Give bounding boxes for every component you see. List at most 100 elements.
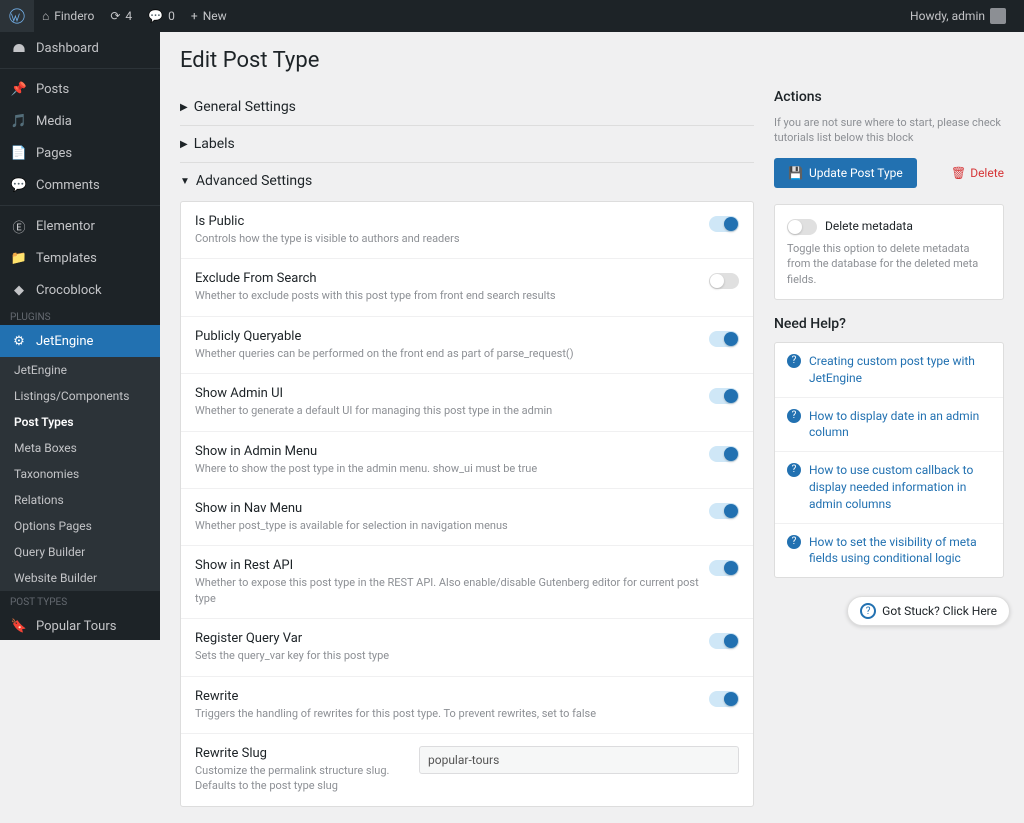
plus-icon: +: [191, 9, 198, 23]
delete-metadata-label: Delete metadata: [825, 219, 913, 233]
toggle-is_public[interactable]: [709, 216, 739, 232]
updates-link[interactable]: ⟳4: [102, 0, 140, 32]
got-stuck-button[interactable]: ? Got Stuck? Click Here: [847, 596, 1010, 626]
toggle-show_admin_ui[interactable]: [709, 388, 739, 404]
setting-row-show_admin_ui: Show Admin UI Whether to generate a defau…: [181, 374, 753, 431]
setting-title: Exclude From Search: [195, 271, 699, 286]
submenu-taxonomies[interactable]: Taxonomies: [0, 461, 160, 487]
section-labels[interactable]: ▶Labels: [180, 125, 754, 162]
setting-row-rewrite-slug: Rewrite SlugCustomize the permalink stru…: [181, 734, 753, 806]
delete-metadata-box: Delete metadata Toggle this option to de…: [774, 204, 1004, 300]
new-link[interactable]: +New: [183, 0, 235, 32]
chevron-right-icon: ▶: [180, 139, 188, 150]
submenu-website-builder[interactable]: Website Builder: [0, 565, 160, 591]
save-icon: 💾: [788, 166, 803, 180]
help-list: ?Creating custom post type with JetEngin…: [774, 342, 1004, 578]
delete-button[interactable]: 🗑Delete: [951, 166, 1004, 180]
help-item-0[interactable]: ?Creating custom post type with JetEngin…: [775, 343, 1003, 398]
jetengine-submenu: JetEngine Listings/Components Post Types…: [0, 357, 160, 591]
sidebar-item-dashboard[interactable]: Dashboard: [0, 32, 160, 64]
wp-logo[interactable]: [0, 0, 34, 32]
home-icon: ⌂: [42, 9, 49, 23]
sidebar-item-elementor[interactable]: ⒺElementor: [0, 210, 160, 242]
setting-desc: Whether to exclude posts with this post …: [195, 288, 699, 303]
submenu-listings[interactable]: Listings/Components: [0, 383, 160, 409]
setting-row-show_nav: Show in Nav MenuWhether post_type is ava…: [181, 489, 753, 546]
site-link[interactable]: ⌂Findero: [34, 0, 102, 32]
dashboard-icon: [10, 39, 28, 57]
setting-desc: Whether to generate a default UI for man…: [195, 403, 699, 418]
chevron-down-icon: ▼: [180, 176, 190, 187]
toggle-rewrite[interactable]: [709, 691, 739, 707]
comments-link[interactable]: 💬0: [140, 0, 183, 32]
toggle-show_nav[interactable]: [709, 503, 739, 519]
help-icon: ?: [860, 603, 876, 619]
pin-icon: 📌: [10, 80, 28, 98]
setting-desc: Controls how the type is visible to auth…: [195, 231, 699, 246]
need-help-heading: Need Help?: [774, 316, 1004, 332]
setting-row-publicly_queryable: Publicly QueryableWhether queries can be…: [181, 317, 753, 374]
setting-title: Is Public: [195, 214, 699, 229]
advanced-settings-panel: Is Public Controls how the type is visibl…: [180, 201, 754, 807]
delete-metadata-desc: Toggle this option to delete metadata fr…: [787, 241, 991, 287]
setting-title: Register Query Var: [195, 631, 699, 646]
media-icon: 🎵: [10, 112, 28, 130]
elementor-icon: Ⓔ: [10, 217, 28, 235]
sidebar-heading-posttypes: Post Types: [0, 591, 160, 610]
help-icon: ?: [787, 463, 801, 477]
comment-icon: 💬: [148, 9, 163, 23]
section-general[interactable]: ▶General Settings: [180, 89, 754, 125]
sidebar-heading-plugins: Plugins: [0, 306, 160, 325]
submenu-query[interactable]: Query Builder: [0, 539, 160, 565]
rewrite-slug-input[interactable]: [419, 746, 739, 774]
setting-desc: Whether post_type is available for selec…: [195, 518, 699, 533]
page-icon: 📄: [10, 144, 28, 162]
section-advanced[interactable]: ▼Advanced Settings: [180, 162, 754, 199]
help-icon: ?: [787, 535, 801, 549]
setting-title: Show in Admin Menu: [195, 444, 699, 459]
help-item-1[interactable]: ?How to display date in an admin column: [775, 398, 1003, 453]
sidebar-item-comments[interactable]: 💬Comments: [0, 169, 160, 201]
sidebar-item-templates[interactable]: 📁Templates: [0, 242, 160, 274]
sidebar-item-pages[interactable]: 📄Pages: [0, 137, 160, 169]
setting-title: Show Admin UI: [195, 386, 699, 401]
sidebar-item-posts[interactable]: 📌Posts: [0, 73, 160, 105]
submenu-post-types[interactable]: Post Types: [0, 409, 160, 435]
submenu-relations[interactable]: Relations: [0, 487, 160, 513]
setting-title: Rewrite: [195, 689, 699, 704]
submenu-meta-boxes[interactable]: Meta Boxes: [0, 435, 160, 461]
submenu-jetengine[interactable]: JetEngine: [0, 357, 160, 383]
help-item-2[interactable]: ?How to use custom callback to display n…: [775, 452, 1003, 523]
sidebar-item-crocoblock[interactable]: ◆Crocoblock: [0, 274, 160, 306]
setting-row-exclude_search: Exclude From Search Whether to exclude po…: [181, 259, 753, 316]
howdy-user[interactable]: Howdy, admin: [902, 0, 1014, 32]
setting-desc: Whether to expose this post type in the …: [195, 575, 699, 606]
setting-title: Publicly Queryable: [195, 329, 699, 344]
sidebar-item-popular-tours[interactable]: 🔖Popular Tours: [0, 610, 160, 640]
toggle-register_query[interactable]: [709, 633, 739, 649]
chevron-right-icon: ▶: [180, 102, 188, 113]
update-post-type-button[interactable]: 💾Update Post Type: [774, 158, 917, 188]
setting-row-register_query: Register Query Var Sets the query_var key…: [181, 619, 753, 676]
trash-icon: 🗑: [951, 166, 966, 180]
page-title: Edit Post Type: [180, 48, 1004, 73]
tag-icon: 🔖: [10, 617, 28, 635]
setting-desc: Where to show the post type in the admin…: [195, 461, 699, 476]
submenu-options[interactable]: Options Pages: [0, 513, 160, 539]
actions-help-text: If you are not sure where to start, plea…: [774, 115, 1004, 146]
setting-desc: Sets the query_var key for this post typ…: [195, 648, 699, 663]
toggle-publicly_queryable[interactable]: [709, 331, 739, 347]
help-item-3[interactable]: ?How to set the visibility of meta field…: [775, 524, 1003, 578]
toggle-exclude_search[interactable]: [709, 273, 739, 289]
sidebar-item-jetengine[interactable]: ⚙JetEngine: [0, 325, 160, 357]
folder-icon: 📁: [10, 249, 28, 267]
jet-icon: ⚙: [10, 332, 28, 350]
sidebar-item-media[interactable]: 🎵Media: [0, 105, 160, 137]
delete-metadata-toggle[interactable]: [787, 219, 817, 235]
admin-sidebar: Dashboard 📌Posts 🎵Media 📄Pages 💬Comments…: [0, 32, 160, 640]
actions-heading: Actions: [774, 89, 1004, 105]
setting-row-show_rest: Show in Rest APIWhether to expose this p…: [181, 546, 753, 619]
toggle-show_admin_menu[interactable]: [709, 446, 739, 462]
setting-desc: Triggers the handling of rewrites for th…: [195, 706, 699, 721]
toggle-show_rest[interactable]: [709, 560, 739, 576]
